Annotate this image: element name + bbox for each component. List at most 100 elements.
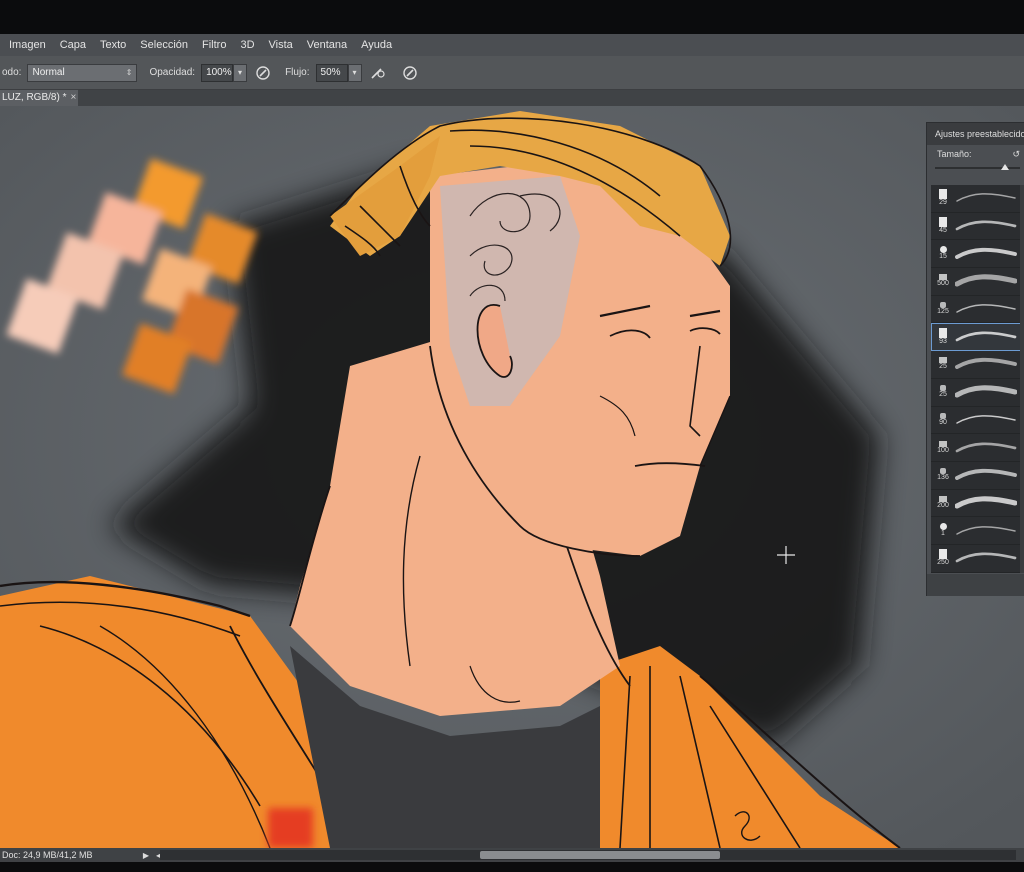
brush-tip-icon: 200 xyxy=(931,495,955,510)
monitor-bezel-bottom xyxy=(0,862,1024,872)
brush-size-number: 25 xyxy=(939,363,947,371)
brush-preset-item[interactable]: 90 xyxy=(931,407,1021,435)
painting-artwork xyxy=(0,106,1024,848)
brush-size-number: 136 xyxy=(937,474,949,482)
menu-imagen[interactable]: Imagen xyxy=(2,34,53,56)
reset-size-icon[interactable]: ↺ xyxy=(1012,145,1020,163)
brush-tip-icon: 1 xyxy=(931,523,955,538)
brush-size-number: 25 xyxy=(939,391,947,399)
status-menu-arrow-icon[interactable]: ▶ xyxy=(140,849,152,861)
pressure-size-icon[interactable] xyxy=(400,63,420,83)
brush-preset-list[interactable]: 29 45 15 500 125 93 25 25 90 100 136 200 1 250 xyxy=(931,185,1021,573)
brush-stroke-preview xyxy=(955,379,1021,406)
brush-stroke-preview xyxy=(955,213,1021,240)
brush-preset-item[interactable]: 25 xyxy=(931,379,1021,407)
red-color-daub xyxy=(268,808,313,848)
brush-size-number: 500 xyxy=(937,280,949,288)
brush-tip-icon: 93 xyxy=(931,327,955,346)
flow-dropdown-button[interactable]: ▾ xyxy=(347,63,362,82)
brush-tip-icon: 25 xyxy=(931,385,955,399)
brush-presets-panel: Ajustes preestablecido Tamaño: ↺ 29 45 15 5… xyxy=(926,122,1024,596)
horizontal-scrollbar[interactable] xyxy=(160,850,1016,860)
document-tab[interactable]: LUZ, RGB/8) * × xyxy=(0,90,78,106)
brush-size-slider[interactable] xyxy=(935,163,1020,173)
brush-tip-icon: 100 xyxy=(931,440,955,455)
menu-filtro[interactable]: Filtro xyxy=(195,34,233,56)
brush-preset-item[interactable]: 500 xyxy=(931,268,1021,296)
mode-label: odo: xyxy=(2,67,22,78)
brush-preset-item[interactable]: 136 xyxy=(931,462,1021,490)
brush-stroke-preview xyxy=(955,296,1021,323)
menu-bar: Imagen Capa Texto Selección Filtro 3D Vi… xyxy=(0,34,1024,56)
brush-size-label: Tamaño: xyxy=(937,149,972,159)
brush-size-slider-knob[interactable] xyxy=(1001,164,1009,170)
brush-tip-icon: 125 xyxy=(931,302,955,316)
brush-preset-item[interactable]: 125 xyxy=(931,296,1021,324)
document-tab-bar: LUZ, RGB/8) * × xyxy=(0,90,1024,106)
blend-mode-value: Normal xyxy=(32,67,65,78)
brush-stroke-preview xyxy=(955,323,1021,350)
brush-panel-footer xyxy=(927,574,1024,596)
brush-preset-item[interactable]: 250 xyxy=(931,545,1021,573)
brush-stroke-preview xyxy=(955,545,1021,572)
menu-ventana[interactable]: Ventana xyxy=(300,34,354,56)
menu-ayuda[interactable]: Ayuda xyxy=(354,34,399,56)
brush-size-number: 100 xyxy=(937,446,949,454)
brush-size-number: 250 xyxy=(937,559,949,567)
brush-tip-icon: 29 xyxy=(931,189,955,207)
brush-size-number: 29 xyxy=(939,199,947,207)
menu-3d[interactable]: 3D xyxy=(233,34,261,56)
opacity-input[interactable]: 100% xyxy=(201,63,234,82)
brush-size-number: 1 xyxy=(941,530,945,538)
brush-preset-item[interactable]: 100 xyxy=(931,434,1021,462)
brush-preset-item[interactable]: 25 xyxy=(931,351,1021,379)
brush-tip-icon: 25 xyxy=(931,357,955,371)
brush-stroke-preview xyxy=(955,240,1021,267)
brush-preset-item[interactable]: 15 xyxy=(931,240,1021,269)
document-canvas[interactable]: Ajustes preestablecido Tamaño: ↺ 29 45 15 5… xyxy=(0,106,1024,848)
brush-tip-icon: 250 xyxy=(931,549,955,567)
menu-vista[interactable]: Vista xyxy=(262,34,300,56)
brush-preset-item[interactable]: 200 xyxy=(931,490,1021,518)
brush-stroke-preview xyxy=(955,434,1021,461)
brush-size-row: Tamaño: ↺ xyxy=(927,145,1024,163)
brush-presets-title: Ajustes preestablecido xyxy=(927,123,1024,145)
brush-preset-item[interactable]: 29 xyxy=(931,185,1021,213)
airbrush-icon[interactable] xyxy=(368,63,388,83)
brush-size-number: 15 xyxy=(939,253,947,261)
brush-size-number: 200 xyxy=(937,501,949,509)
brush-stroke-preview xyxy=(955,490,1021,517)
brush-tip-icon: 45 xyxy=(931,217,955,235)
brush-stroke-preview xyxy=(955,462,1021,489)
menu-capa[interactable]: Capa xyxy=(53,34,93,56)
brush-preset-item[interactable]: 93 xyxy=(931,323,1021,352)
brush-stroke-preview xyxy=(955,407,1021,434)
brush-stroke-preview xyxy=(955,268,1021,295)
opacity-dropdown-button[interactable]: ▾ xyxy=(233,63,248,82)
flow-label: Flujo: xyxy=(285,67,310,78)
status-bar: Doc: 24,9 MB/41,2 MB ▶ ◂ xyxy=(0,848,1024,862)
brush-size-number: 45 xyxy=(939,227,947,235)
opacity-label: Opacidad: xyxy=(149,67,196,78)
pressure-opacity-icon[interactable] xyxy=(253,63,273,83)
brush-preset-item[interactable]: 45 xyxy=(931,213,1021,241)
close-tab-icon[interactable]: × xyxy=(70,92,76,103)
brush-stroke-preview xyxy=(955,517,1021,544)
menu-texto[interactable]: Texto xyxy=(93,34,133,56)
brush-size-number: 90 xyxy=(939,418,947,426)
brush-list-scrollbar[interactable] xyxy=(1020,185,1024,573)
brush-size-number: 93 xyxy=(939,337,947,345)
brush-preset-item[interactable]: 1 xyxy=(931,517,1021,545)
horizontal-scrollbar-thumb[interactable] xyxy=(480,851,720,859)
tool-options-bar: odo: Normal ⇕ Opacidad: 100% ▾ Flujo: 50… xyxy=(0,56,1024,90)
brush-tip-icon: 136 xyxy=(931,468,955,482)
blend-mode-select[interactable]: Normal ⇕ xyxy=(27,63,138,82)
menu-seleccion[interactable]: Selección xyxy=(133,34,195,56)
document-tab-label: LUZ, RGB/8) * xyxy=(2,92,67,103)
brush-size-number: 125 xyxy=(937,308,949,316)
brush-stroke-preview xyxy=(955,185,1021,212)
brush-tip-icon: 500 xyxy=(931,274,955,288)
document-size-info: Doc: 24,9 MB/41,2 MB xyxy=(2,850,93,860)
brush-stroke-preview xyxy=(955,351,1021,378)
flow-input[interactable]: 50% xyxy=(315,63,348,82)
